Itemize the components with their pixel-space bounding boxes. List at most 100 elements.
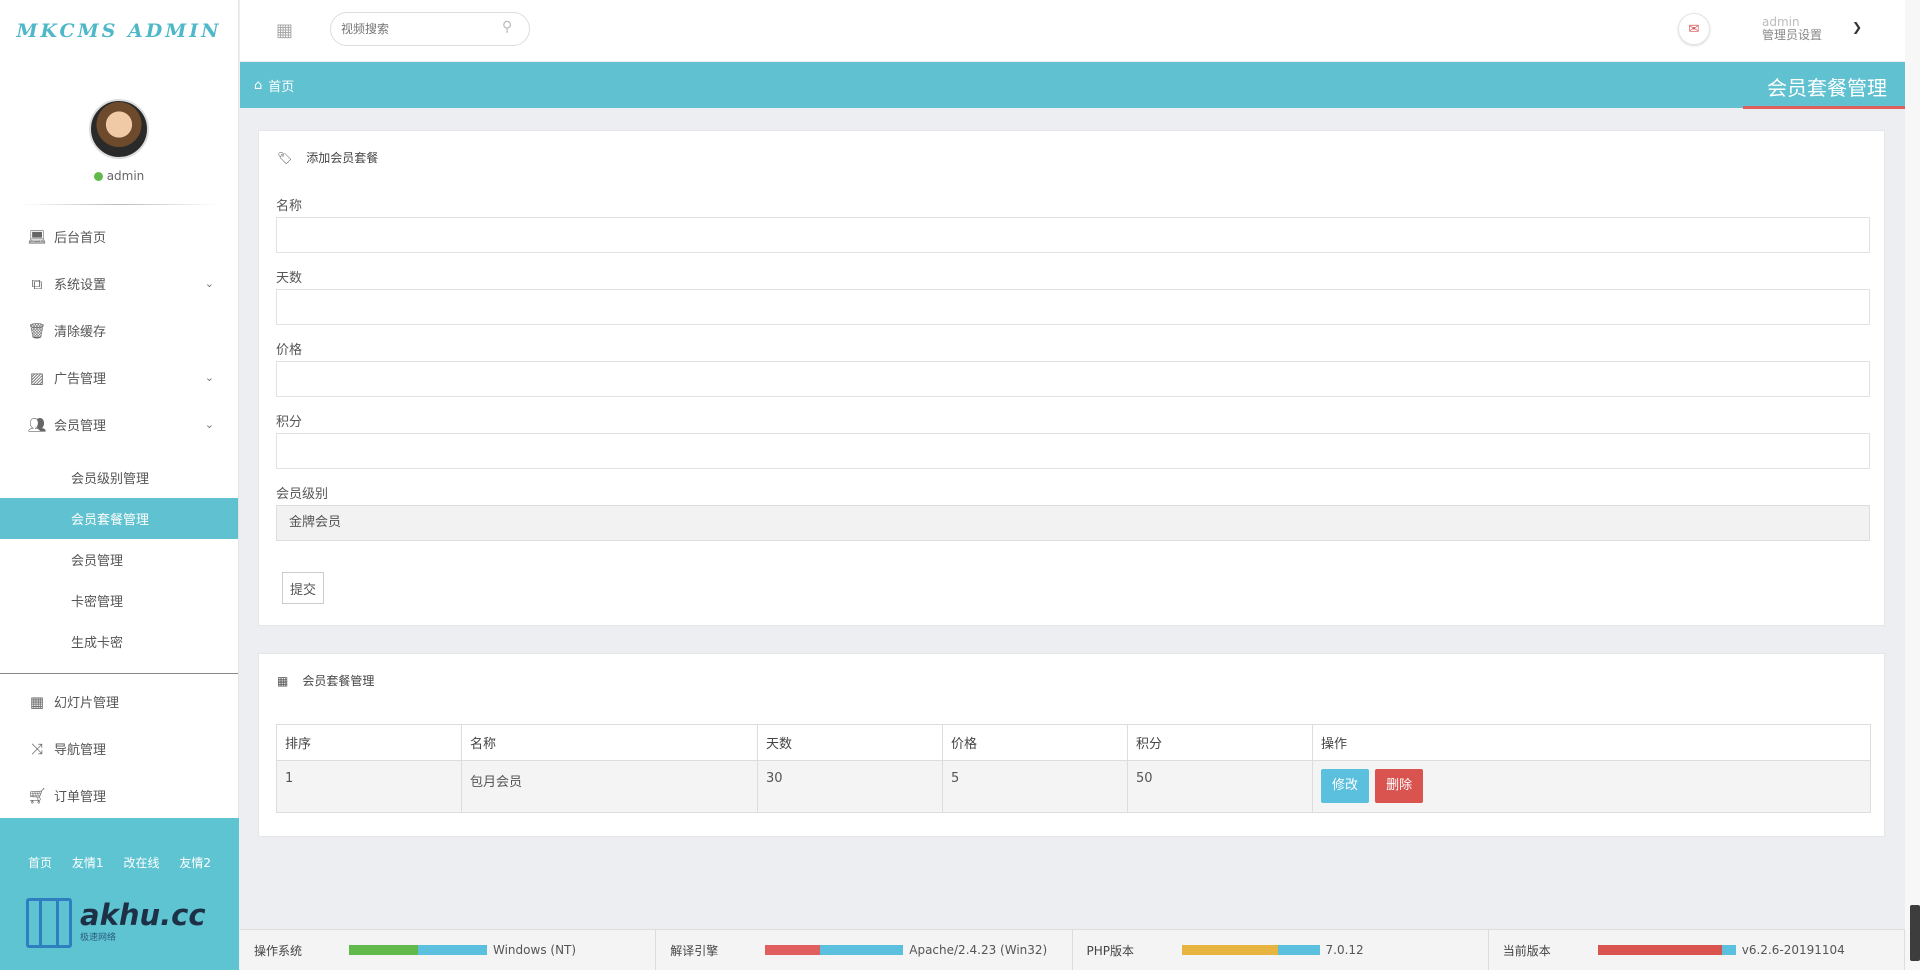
progress-rest [820,945,904,955]
sidebar-item-member-levels[interactable]: 会员级别管理 [0,457,238,498]
tags-icon: 🏷︎ [277,150,293,165]
sidebar-menu-2: ▦ 幻灯片管理 ⤨ 导航管理 🛒︎ 订单管理 [0,674,238,819]
footer-link-friend2[interactable]: 友情2 [179,854,211,871]
sidebar-item-member-list[interactable]: 会员管理 [0,539,238,580]
progress-fill [349,945,418,955]
level-label: 会员级别 [276,487,329,502]
table-icon: ▦ [29,692,45,711]
submit-button[interactable]: 提交 [282,572,324,604]
sidebar-item-label: 后台首页 [54,231,107,246]
table-header-row: 排序 名称 天数 价格 积分 操作 [276,724,1871,761]
user-menu[interactable]: admin 管理员设置 [1762,16,1822,42]
sidebar-item-label: 订单管理 [54,790,107,805]
chevron-down-icon: ⌄ [204,371,214,384]
cell-order: 1 [276,760,462,813]
status-bar: 操作系统 Windows (NT) 解译引擎 Apache/2.4.23 (Wi… [240,929,1905,970]
scrollbar-thumb[interactable] [1910,905,1920,961]
cell-days: 30 [757,760,943,813]
sidebar-item-slides[interactable]: ▦ 幻灯片管理 [0,678,238,725]
column-header: 价格 [942,724,1128,761]
status-value: v6.2.6-20191104 [1741,943,1845,957]
sidebar-item-member-packages[interactable]: 会员套餐管理 [0,498,238,539]
page-title: 会员套餐管理 [1767,76,1887,100]
top-header: ▦ ⚲ ✉ admin 管理员设置 ❯ [240,0,1905,61]
sidebar-item-orders[interactable]: 🛒︎ 订单管理 [0,772,238,819]
brand-subtitle: 极速网络 [80,933,117,943]
name-label: 名称 [276,199,303,214]
price-field-group: 价格 [276,339,1870,397]
status-value: Windows (NT) [493,943,577,957]
progress-bar [1597,945,1736,955]
table-icon: ▦ [277,673,289,688]
sidebar-item-dashboard[interactable]: 💻︎ 后台首页 [0,213,238,260]
status-version: 当前版本 v6.2.6-20191104 [1489,930,1905,970]
online-dot-icon [93,171,103,181]
breadcrumb-home[interactable]: ⌂ 首页 [254,76,294,95]
divider [20,204,218,205]
days-field[interactable] [276,289,1870,325]
status-key: PHP版本 [1086,943,1135,958]
footer-link-online[interactable]: 改在线 [123,854,159,871]
table-row: 1 包月会员 30 5 50 修改 删除 [276,760,1871,813]
grid-menu-icon[interactable]: ▦ [276,20,293,41]
edit-button[interactable]: 修改 [1321,769,1370,803]
search-icon[interactable]: ⚲ [502,19,512,35]
level-field-group: 会员级别 金牌会员 [276,483,1870,541]
cart-icon: 🛒︎ [27,786,47,805]
panel-heading: ▦ 会员套餐管理 [277,672,374,689]
brand-name: akhu.cc [80,898,206,932]
settings-icon: ⧉ [31,274,43,293]
price-label: 价格 [276,343,303,358]
footer-link-home[interactable]: 首页 [28,854,52,871]
progress-bar [349,945,487,955]
sidebar-item-label: 幻灯片管理 [54,696,120,711]
footer-link-friend1[interactable]: 友情1 [72,854,104,871]
search-input[interactable] [330,12,530,46]
price-field[interactable] [276,361,1870,397]
sidebar-item-card-keys[interactable]: 卡密管理 [0,580,238,621]
user-name: admin [106,169,145,183]
status-value: Apache/2.4.23 (Win32) [909,943,1048,957]
avatar[interactable] [89,99,149,159]
days-label: 天数 [276,271,303,286]
sidebar-item-navigation[interactable]: ⤨ 导航管理 [0,725,238,772]
sidebar-item-clear-cache[interactable]: 🗑︎ 清除缓存 [0,307,238,354]
app-logo[interactable]: MKCMS ADMIN [0,0,238,62]
status-php: PHP版本 7.0.12 [1073,930,1489,970]
points-field[interactable] [276,433,1870,469]
footer-links: 首页 友情1 改在线 友情2 [0,818,239,871]
column-header: 操作 [1312,724,1871,761]
trash-icon: 🗑︎ [27,321,47,340]
chevron-down-icon[interactable]: ❯ [1852,20,1862,34]
sidebar-item-ads[interactable]: ▨ 广告管理 ⌄ [0,354,238,401]
chevron-down-icon: ⌄ [204,277,214,290]
sidebar-item-label: 清除缓存 [54,325,107,340]
progress-rest [1278,945,1320,955]
status-os: 操作系统 Windows (NT) [240,930,657,970]
sidebar-item-members[interactable]: 👥︎ 会员管理 ⌄ [0,401,238,448]
panel-heading: 🏷︎ 添加会员套餐 [277,149,378,166]
scrollbar[interactable] [1905,0,1920,970]
cell-points: 50 [1127,760,1313,813]
progress-fill [765,945,821,955]
column-header: 名称 [461,724,758,761]
user-profile: admin [0,62,238,183]
column-header: 排序 [276,724,462,761]
sidebar-item-system-settings[interactable]: ⧉ 系统设置 ⌄ [0,260,238,307]
breadcrumb: ⌂ 首页 会员套餐管理 [240,62,1905,109]
panel-title: 会员套餐管理 [302,674,375,688]
delete-button[interactable]: 删除 [1375,769,1424,803]
name-field[interactable] [276,217,1870,253]
days-field-group: 天数 [276,267,1870,325]
member-level-select[interactable]: 金牌会员 [276,505,1870,541]
brand-logo: akhu.cc 极速网络 [26,898,206,948]
points-field-group: 积分 [276,411,1870,469]
sidebar-item-generate-keys[interactable]: 生成卡密 [0,621,238,662]
status-value: 7.0.12 [1325,943,1364,957]
mail-icon[interactable]: ✉ [1678,13,1710,45]
user-status: admin [0,169,238,183]
progress-rest [1721,945,1736,955]
progress-fill [1597,945,1722,955]
sidebar-item-label: 系统设置 [54,278,107,293]
laptop-icon: 💻︎ [27,227,47,246]
